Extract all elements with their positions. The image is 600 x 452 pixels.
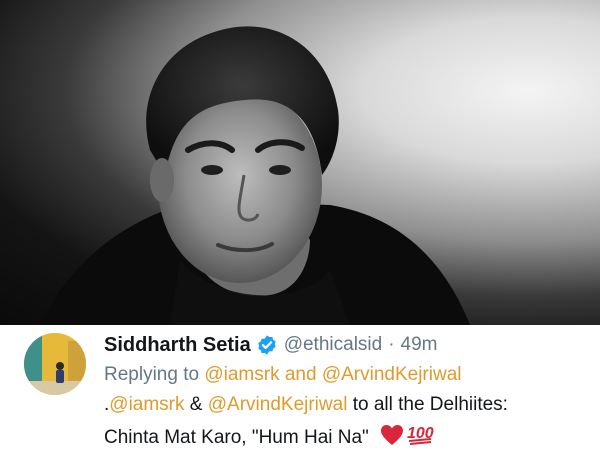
avatar[interactable] [24, 333, 86, 395]
portrait-image [40, 26, 470, 325]
tweet-text-line-2: Chinta Mat Karo, "Hum Hai Na" 100 [104, 422, 434, 452]
header-photo [0, 0, 600, 325]
tweet-timestamp[interactable]: 49m [401, 334, 438, 356]
tweet-header: Siddharth Setia @ethicalsid · 49m [104, 331, 438, 359]
separator-dot: · [388, 334, 395, 355]
verified-badge-icon [256, 334, 278, 356]
mention-arvindkejriwal[interactable]: @ArvindKejriwal [208, 394, 348, 415]
tweet-card[interactable]: Siddharth Setia @ethicalsid · 49m Replyi… [0, 325, 600, 450]
hundred-points-icon: 100 [406, 422, 434, 452]
ampersand: & [184, 394, 208, 415]
heart-icon [380, 424, 404, 452]
line2-text: Chinta Mat Karo, "Hum Hai Na" [104, 427, 369, 448]
replying-to-mentions[interactable]: @iamsrk and @ArvindKejriwal [204, 364, 461, 385]
user-handle[interactable]: @ethicalsid [284, 334, 383, 356]
display-name[interactable]: Siddharth Setia [104, 334, 251, 357]
replying-to-line: Replying to @iamsrk and @ArvindKejriwal [104, 364, 462, 386]
line1-suffix: to all the Delhiites: [347, 394, 508, 415]
tweet-text-line-1: .@iamsrk & @ArvindKejriwal to all the De… [104, 394, 508, 416]
replying-prefix: Replying to [104, 364, 200, 385]
mention-iamsrk[interactable]: @iamsrk [109, 394, 184, 415]
